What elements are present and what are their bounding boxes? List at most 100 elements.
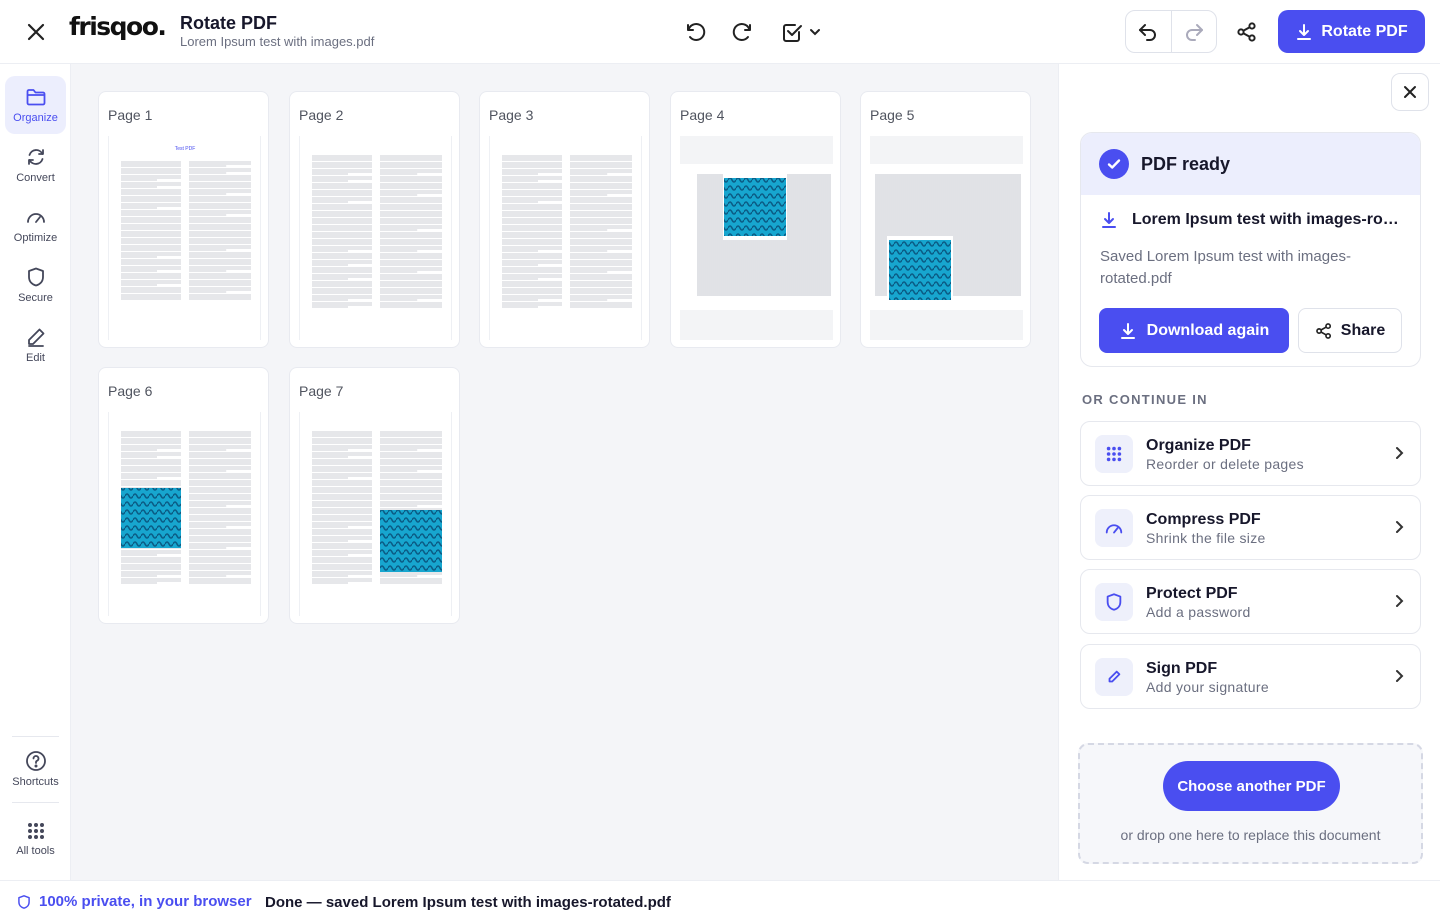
- share-button[interactable]: Share: [1298, 308, 1402, 353]
- rotate-cw-icon: [732, 23, 751, 41]
- image-block: [724, 178, 786, 236]
- page-preview: [299, 412, 452, 616]
- chevron-right-icon: [1396, 595, 1404, 607]
- continue-in-label: OR CONTINUE IN: [1082, 392, 1208, 407]
- nav-edit[interactable]: Edit: [5, 316, 66, 374]
- nav-organize[interactable]: Organize: [5, 76, 66, 134]
- image-block: [121, 488, 181, 548]
- pdf-drop-zone[interactable]: Choose another PDF or drop one here to r…: [1078, 743, 1423, 864]
- text-line-group: [121, 161, 251, 300]
- pen-icon: [1095, 658, 1133, 696]
- nav-optimize[interactable]: Optimize: [5, 196, 66, 254]
- nav-all-tools[interactable]: All tools: [5, 810, 66, 868]
- text-lines: [312, 431, 442, 584]
- redo-icon: [1185, 23, 1203, 41]
- page-thumbnail-4[interactable]: Page 4: [670, 91, 841, 348]
- rail-divider: [12, 802, 59, 803]
- app-header: frisqoo. Rotate PDF Lorem Ipsum test wit…: [0, 0, 1440, 64]
- redo-button[interactable]: [1170, 11, 1217, 52]
- page-thumbnail-5[interactable]: Page 5: [860, 91, 1031, 348]
- text-lines: Test PDF: [121, 146, 251, 300]
- tool-name: Organize PDF: [1146, 437, 1251, 454]
- choose-another-pdf-button[interactable]: Choose another PDF: [1163, 761, 1340, 811]
- tool-desc: Add a password: [1146, 604, 1251, 620]
- brand-logo[interactable]: frisqoo.: [69, 12, 167, 41]
- pencil-icon: [27, 328, 44, 347]
- text-lines: [121, 431, 251, 584]
- download-again-button[interactable]: Download again: [1099, 308, 1289, 353]
- rotated-page-preview: [680, 164, 833, 310]
- rotate-pdf-button[interactable]: Rotate PDF: [1278, 10, 1425, 53]
- chevron-down-icon: [810, 29, 820, 36]
- panel-close-button[interactable]: [1391, 73, 1429, 111]
- checkbox-select-icon: [783, 24, 802, 42]
- check-circle-icon: [1099, 149, 1129, 179]
- result-panel: PDF ready Lorem Ipsum test with images-r…: [1058, 64, 1440, 880]
- tool-desc: Shrink the file size: [1146, 530, 1266, 546]
- tool-name: Compress PDF: [1146, 511, 1261, 528]
- help-circle-icon: [25, 751, 46, 771]
- shield-icon: [18, 894, 30, 909]
- nav-optimize-label: Optimize: [13, 232, 58, 244]
- shield-icon: [1095, 583, 1133, 621]
- share-icon: [1315, 322, 1331, 339]
- tool-text: Sign PDF Add your signature: [1146, 659, 1269, 696]
- drop-hint: or drop one here to replace this documen…: [1120, 827, 1381, 843]
- tool-protect-pdf[interactable]: Protect PDF Add a password: [1080, 569, 1421, 634]
- nav-convert-label: Convert: [16, 172, 55, 184]
- tool-name: Protect PDF: [1146, 585, 1238, 602]
- download-icon: [1120, 322, 1135, 339]
- ready-header: PDF ready: [1081, 133, 1420, 195]
- status-bar: 100% private, in your browser Done — sav…: [0, 880, 1440, 923]
- nav-all-tools-label: All tools: [16, 845, 55, 857]
- grid-dots-icon: [27, 823, 44, 839]
- share-icon: [1237, 22, 1256, 42]
- tool-organize-pdf[interactable]: Organize PDF Reorder or delete pages: [1080, 421, 1421, 486]
- nav-shortcuts[interactable]: Shortcuts: [5, 740, 66, 798]
- nav-secure-label: Secure: [18, 292, 53, 304]
- rotate-pdf-label: Rotate PDF: [1321, 22, 1408, 40]
- page-thumbnail-6[interactable]: Page 6: [98, 367, 269, 624]
- nav-secure[interactable]: Secure: [5, 256, 66, 314]
- page-thumbnail-3[interactable]: Page 3: [479, 91, 650, 348]
- chevron-right-icon: [1396, 447, 1404, 459]
- download-file-link[interactable]: Lorem Ipsum test with images-rotated.pdf: [1100, 211, 1404, 229]
- tool-compress-pdf[interactable]: Compress PDF Shrink the file size: [1080, 495, 1421, 560]
- page-label: Page 4: [680, 107, 725, 123]
- share-header-button[interactable]: [1231, 16, 1263, 48]
- page-label: Page 1: [108, 107, 153, 123]
- chevron-right-icon: [1396, 521, 1404, 533]
- close-icon: [27, 23, 45, 41]
- page-grid-canvas: Page 1 Test PDF Page 2 Page 3 Page 4 Pag…: [71, 64, 1058, 880]
- rotate-left-button[interactable]: [680, 16, 712, 48]
- output-file-name: Lorem Ipsum test with images-rotated.pdf: [1132, 211, 1404, 228]
- document-title-block: Rotate PDF Lorem Ipsum test with images.…: [180, 13, 374, 50]
- text-lines: [312, 155, 442, 308]
- page-thumbnail-2[interactable]: Page 2: [289, 91, 460, 348]
- tool-sign-pdf[interactable]: Sign PDF Add your signature: [1080, 644, 1421, 709]
- download-again-label: Download again: [1146, 321, 1270, 339]
- shield-icon: [27, 267, 44, 287]
- nav-convert[interactable]: Convert: [5, 136, 66, 194]
- rotate-right-button[interactable]: [726, 16, 758, 48]
- tool-name: Sign PDF: [1146, 660, 1218, 677]
- page-title: Rotate PDF: [180, 13, 278, 33]
- page-preview: [870, 136, 1023, 340]
- text-line-group: [312, 155, 442, 308]
- privacy-badge: 100% private, in your browser: [16, 893, 252, 910]
- page-thumbnail-7[interactable]: Page 7: [289, 367, 460, 624]
- tool-text: Protect PDF Add a password: [1146, 584, 1251, 621]
- image-block: [889, 240, 951, 300]
- undo-button[interactable]: [1126, 11, 1171, 52]
- chevron-right-icon: [1396, 670, 1404, 682]
- page-label: Page 5: [870, 107, 915, 123]
- gauge-icon: [26, 213, 45, 223]
- page-preview: [108, 412, 261, 616]
- tool-desc: Add your signature: [1146, 679, 1269, 695]
- page-label: Page 6: [108, 383, 153, 399]
- close-button[interactable]: [20, 16, 52, 48]
- select-pages-dropdown[interactable]: [774, 16, 828, 48]
- page-preview: Test PDF: [108, 136, 261, 340]
- tool-text: Compress PDF Shrink the file size: [1146, 510, 1266, 547]
- page-thumbnail-1[interactable]: Page 1 Test PDF: [98, 91, 269, 348]
